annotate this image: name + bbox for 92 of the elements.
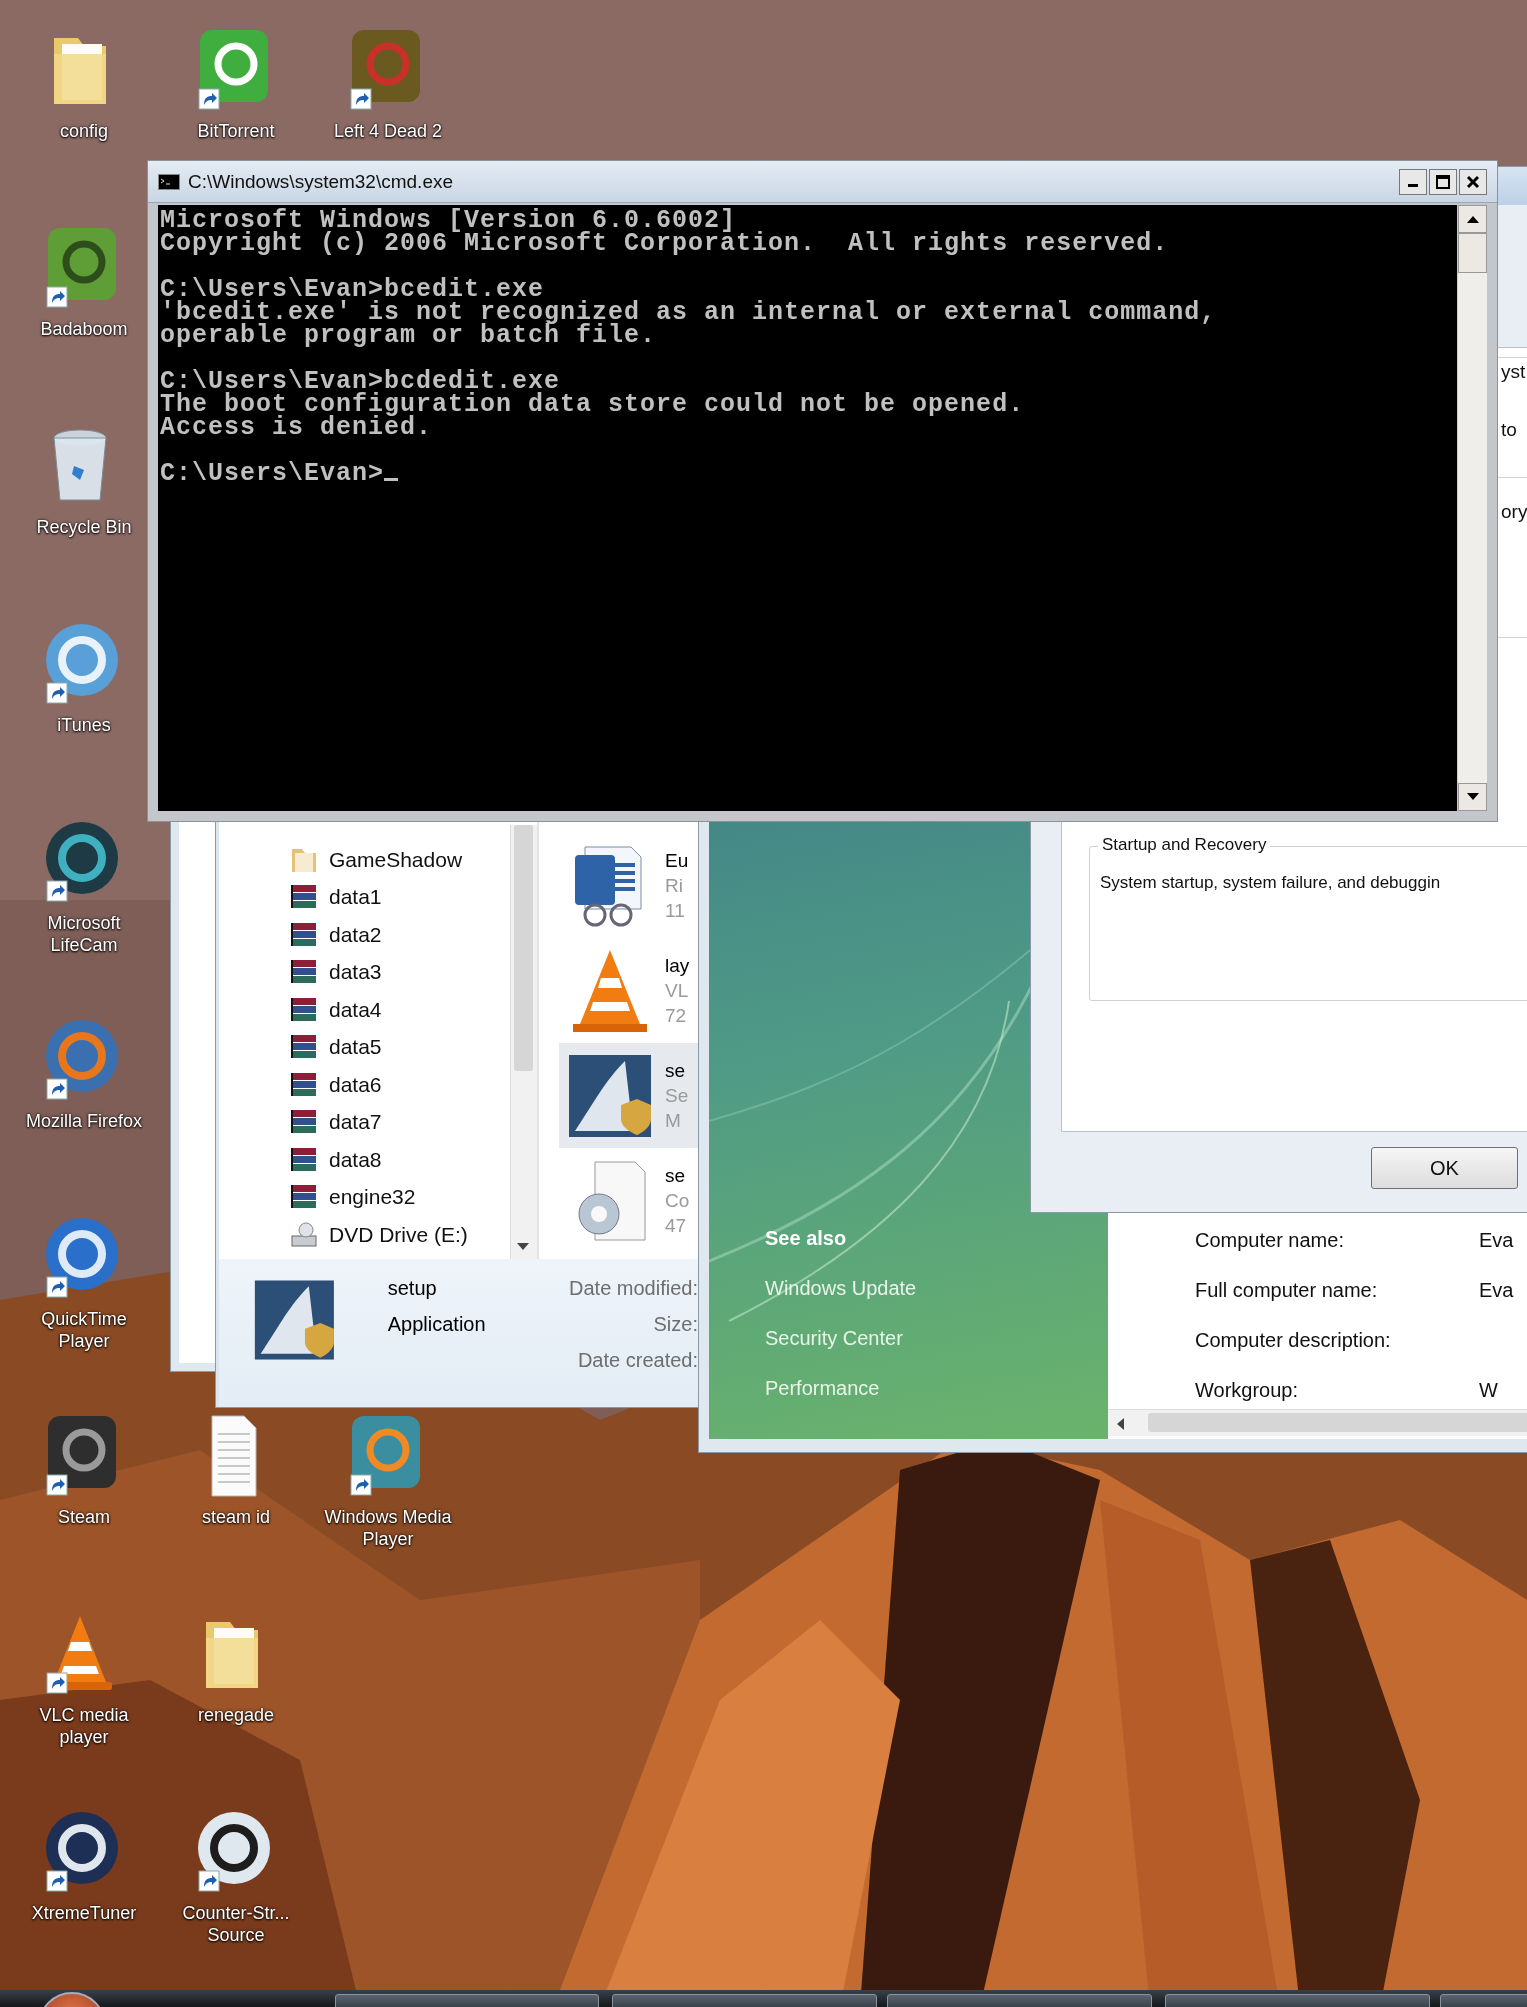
tree-item[interactable]: data3 [329, 960, 382, 985]
file-detail: Ri [665, 874, 684, 898]
tree-item[interactable]: data6 [329, 1072, 382, 1097]
tree-item[interactable]: DVD Drive (E:) [329, 1222, 468, 1247]
file-detail: Co [665, 1189, 690, 1213]
scroll-down-button[interactable] [1458, 783, 1487, 811]
tree-item[interactable]: data4 [329, 997, 382, 1022]
file-detail: 11 [665, 899, 686, 923]
tree-item[interactable]: data2 [329, 922, 382, 947]
down-arrow-icon [1466, 793, 1479, 801]
property-label: Size: [653, 1312, 698, 1337]
maximize-button[interactable] [1429, 168, 1457, 195]
icon-label: Steam [58, 1506, 110, 1528]
maximize-icon [1436, 174, 1450, 189]
console-line: C:\Users\Evan>bcedit.exe [160, 278, 545, 301]
console-line: The boot configuration data store could not be opened. [160, 393, 1025, 416]
console-line: operable program or batch file. [160, 324, 657, 347]
icon-label: steam id [202, 1506, 270, 1528]
file-detail: M [665, 1109, 682, 1133]
close-icon [1466, 174, 1480, 189]
scroll-left-icon[interactable] [1116, 1418, 1124, 1430]
dialog-text: to [1501, 419, 1517, 441]
group-description: System startup, system failure, and debuggin [1100, 873, 1441, 893]
scroll-thumb[interactable] [514, 825, 533, 1071]
console-line: Access is denied. [160, 416, 433, 439]
field-label: Workgroup: [1195, 1378, 1299, 1403]
vertical-scrollbar[interactable] [510, 825, 537, 1259]
file-item[interactable]: lay VL 72 [559, 938, 698, 1043]
field-value: Eva [1479, 1228, 1514, 1253]
scroll-thumb[interactable] [1148, 1413, 1527, 1432]
minimize-button[interactable] [1399, 168, 1427, 195]
icon-label: Windows Media Player [323, 1506, 453, 1550]
console-line: Microsoft Windows [Version 6.0.6002] [160, 209, 737, 232]
icon-label: Left 4 Dead 2 [333, 120, 443, 142]
icon-label: config [59, 120, 108, 142]
console-line: C:\Users\Evan>bcdedit.exe [160, 370, 561, 393]
icon-label: Microsoft LifeCam [46, 912, 122, 956]
property-label: Date created: [577, 1348, 698, 1373]
minimize-icon [1408, 184, 1418, 187]
icon-label: renegade [197, 1704, 275, 1726]
group-title: Startup and Recovery [1098, 835, 1271, 855]
file-detail: 72 [665, 1004, 688, 1028]
file-item[interactable]: se Se M [559, 1043, 698, 1148]
console-line: Copyright (c) 2006 Microsoft Corporation. All rights reserved. [160, 232, 1169, 255]
field-value: W [1479, 1378, 1498, 1403]
window-title: C:\Windows\system32\cmd.exe [188, 170, 455, 193]
dialog-text: yst [1501, 361, 1526, 383]
field-label: Computer name: [1195, 1228, 1345, 1253]
text-cursor [384, 478, 399, 481]
file-name: se [665, 1059, 687, 1083]
close-button[interactable] [1459, 168, 1487, 195]
field-label: Full computer name: [1195, 1278, 1379, 1303]
console-app-icon [158, 173, 180, 190]
icon-label: QuickTime Player [40, 1308, 128, 1352]
console-line: 'bcedit.exe' is not recognized as an internal or external command, [160, 301, 1217, 324]
icon-label: Badaboom [40, 318, 128, 340]
tree-item[interactable]: data5 [329, 1035, 382, 1060]
horizontal-scrollbar[interactable] [1108, 1409, 1527, 1436]
ok-button[interactable]: OK [1371, 1147, 1518, 1189]
up-arrow-icon [1466, 215, 1479, 223]
file-item[interactable]: se Co 47 [559, 1148, 698, 1253]
section-heading: See also [765, 1226, 848, 1251]
icon-label: Mozilla Firefox [26, 1110, 142, 1132]
field-value: Eva [1479, 1278, 1514, 1303]
icon-label: Recycle Bin [36, 516, 132, 538]
file-type: Application [387, 1312, 487, 1337]
icon-label: BitTorrent [197, 120, 275, 142]
property-label: Date modified: [569, 1276, 698, 1301]
file-name: Eu [665, 849, 689, 873]
file-name: lay [665, 954, 690, 978]
file-name: se [665, 1164, 687, 1188]
vertical-scrollbar[interactable] [1457, 205, 1487, 811]
tree-item[interactable]: data1 [329, 885, 382, 910]
file-detail: VL [665, 979, 690, 1003]
file-detail: Se [665, 1084, 689, 1108]
console-line: C:\Users\Evan> [160, 462, 385, 485]
tree-item[interactable]: data8 [329, 1147, 382, 1172]
file-name: setup [387, 1276, 438, 1301]
file-item[interactable]: Eu Ri 11 [559, 833, 698, 938]
scroll-thumb[interactable] [1458, 233, 1487, 273]
icon-label: VLC media player [38, 1704, 130, 1748]
icon-label: iTunes [57, 714, 111, 736]
scroll-up-button[interactable] [1458, 205, 1487, 233]
dialog-text: ory [1501, 501, 1527, 523]
dvd-drive-icon [289, 1219, 319, 1250]
icon-label: XtremeTuner [31, 1902, 137, 1924]
tree-item[interactable]: engine32 [329, 1185, 416, 1210]
file-detail: 47 [665, 1214, 688, 1238]
tree-item[interactable]: GameShadow [329, 847, 463, 872]
tree-item[interactable]: data7 [329, 1110, 382, 1135]
field-label: Computer description: [1195, 1328, 1392, 1353]
icon-label: Counter-Str... Source [181, 1902, 291, 1946]
